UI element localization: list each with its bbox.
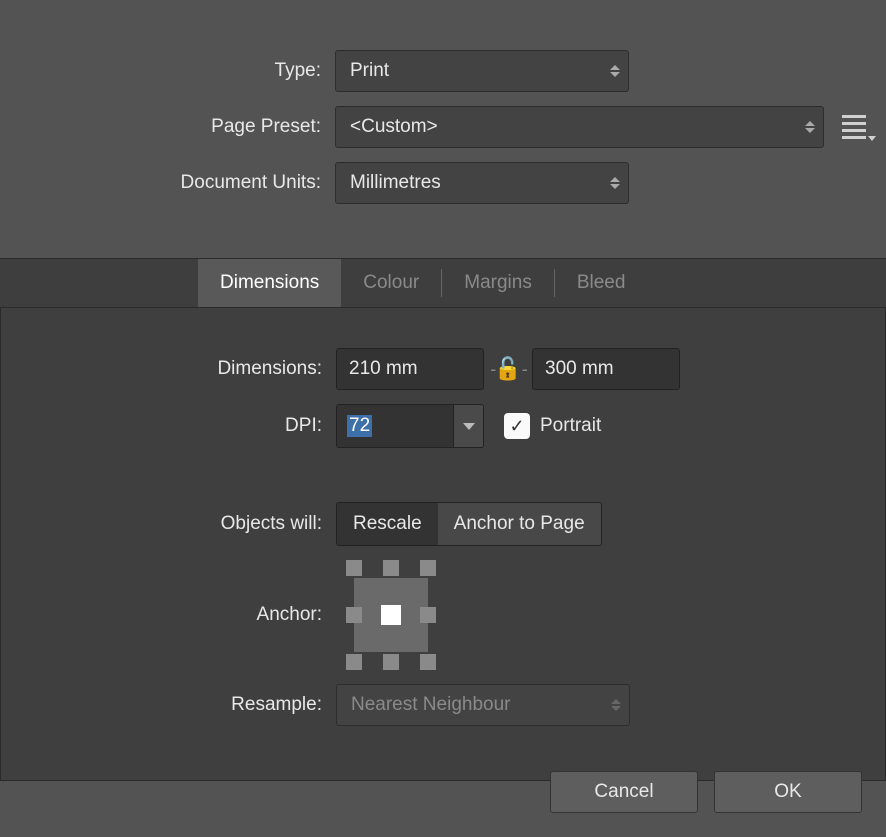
page-preset-select[interactable]: <Custom>	[335, 106, 824, 148]
page-preset-label: Page Preset:	[20, 116, 335, 138]
lock-dash-right: -	[522, 359, 526, 380]
top-section: Type: Print Page Preset: <Custom> Docume…	[0, 0, 886, 258]
portrait-checkbox[interactable]: ✓	[504, 413, 530, 439]
stepper-icon	[610, 177, 620, 189]
tab-colour[interactable]: Colour	[341, 259, 441, 307]
stepper-icon	[611, 699, 621, 711]
rescale-button[interactable]: Rescale	[337, 503, 438, 545]
check-icon: ✓	[509, 416, 524, 437]
chevron-down-icon	[463, 423, 475, 430]
dpi-label: DPI:	[21, 415, 336, 437]
anchor-center[interactable]	[381, 605, 401, 625]
footer: Cancel OK	[550, 771, 862, 813]
resample-value: Nearest Neighbour	[351, 694, 510, 716]
type-value: Print	[350, 60, 389, 82]
ok-button[interactable]: OK	[714, 771, 862, 813]
dimensions-panel: Dimensions: 210 mm - 🔓 - 300 mm DPI: 72 …	[0, 308, 886, 781]
dpi-input[interactable]: 72	[336, 404, 484, 448]
portrait-label: Portrait	[540, 415, 601, 437]
stepper-icon	[805, 121, 815, 133]
anchor-bc[interactable]	[383, 654, 399, 670]
anchor-label: Anchor:	[21, 604, 336, 626]
page-preset-value: <Custom>	[350, 116, 438, 138]
dpi-dropdown-button[interactable]	[453, 405, 483, 447]
anchor-grid[interactable]	[336, 560, 446, 670]
lock-toggle[interactable]: - 🔓 -	[490, 356, 526, 382]
preset-menu-icon[interactable]	[842, 115, 866, 139]
width-input[interactable]: 210 mm	[336, 348, 484, 390]
objects-will-toggle: Rescale Anchor to Page	[336, 502, 602, 546]
anchor-mr[interactable]	[420, 607, 436, 623]
height-input[interactable]: 300 mm	[532, 348, 680, 390]
type-select[interactable]: Print	[335, 50, 629, 92]
tabs-row: Dimensions Colour Margins Bleed	[0, 258, 886, 308]
resample-label: Resample:	[21, 694, 336, 716]
anchor-tr[interactable]	[420, 560, 436, 576]
resample-select: Nearest Neighbour	[336, 684, 630, 726]
stepper-icon	[610, 65, 620, 77]
document-units-label: Document Units:	[20, 172, 335, 194]
anchor-bl[interactable]	[346, 654, 362, 670]
anchor-ml[interactable]	[346, 607, 362, 623]
anchor-to-page-button[interactable]: Anchor to Page	[438, 503, 601, 545]
type-label: Type:	[20, 60, 335, 82]
document-units-value: Millimetres	[350, 172, 441, 194]
lock-icon: 🔓	[494, 356, 521, 382]
objects-will-label: Objects will:	[21, 513, 336, 535]
tab-dimensions[interactable]: Dimensions	[198, 259, 341, 307]
cancel-button[interactable]: Cancel	[550, 771, 698, 813]
document-units-select[interactable]: Millimetres	[335, 162, 629, 204]
anchor-tl[interactable]	[346, 560, 362, 576]
tab-bleed[interactable]: Bleed	[555, 259, 648, 307]
dpi-value: 72	[347, 415, 372, 437]
anchor-tc[interactable]	[383, 560, 399, 576]
anchor-br[interactable]	[420, 654, 436, 670]
dimensions-label: Dimensions:	[21, 358, 336, 380]
tab-margins[interactable]: Margins	[442, 259, 554, 307]
